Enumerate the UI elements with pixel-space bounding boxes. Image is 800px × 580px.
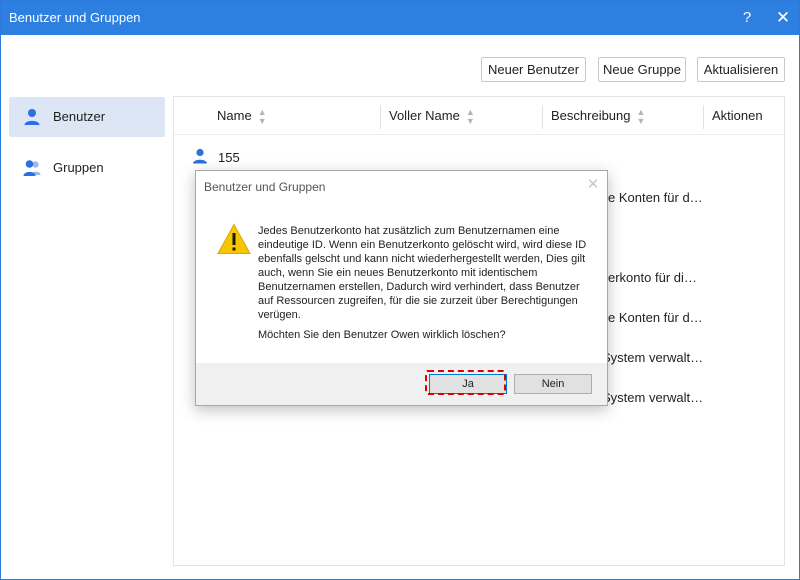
column-divider[interactable] bbox=[542, 105, 543, 129]
column-header-description[interactable]: Beschreibung ▲ ▼ bbox=[551, 97, 645, 135]
title-bar: Benutzer und Gruppen ? ✕ bbox=[1, 1, 799, 35]
dialog-question: Möchten Sie den Benutzer Owen wirklich l… bbox=[258, 329, 506, 341]
column-header-actions: Aktionen bbox=[712, 97, 763, 135]
sidebar-item-groups[interactable]: Gruppen bbox=[9, 148, 165, 188]
user-description: System verwalt… bbox=[602, 390, 704, 405]
column-header-name[interactable]: Name ▲ ▼ bbox=[217, 97, 267, 135]
refresh-button[interactable]: Aktualisieren bbox=[697, 57, 785, 82]
sidebar-item-label: Benutzer bbox=[53, 109, 106, 124]
user-description: erkonto für di… bbox=[608, 270, 697, 285]
highlight-box bbox=[425, 370, 506, 395]
sidebar-item-label: Gruppen bbox=[53, 160, 104, 175]
dialog-footer: Ja Nein bbox=[196, 363, 607, 405]
no-button[interactable]: Nein bbox=[514, 374, 592, 394]
sort-icon: ▲ ▼ bbox=[257, 106, 267, 126]
column-label: Name bbox=[217, 108, 252, 123]
help-icon[interactable]: ? bbox=[737, 8, 757, 28]
group-icon bbox=[23, 160, 41, 176]
column-label: Aktionen bbox=[712, 108, 763, 123]
user-description: e Konten für d… bbox=[608, 310, 703, 325]
confirm-delete-dialog: Benutzer und Gruppen ✕ Jedes Benutzerkon… bbox=[195, 170, 608, 406]
user-name[interactable]: 155 bbox=[218, 150, 240, 165]
column-label: Voller Name bbox=[389, 108, 460, 123]
app-window: Benutzer und Gruppen ? ✕ Neuer Benutzer … bbox=[0, 0, 800, 580]
new-group-button[interactable]: Neue Gruppe bbox=[598, 57, 686, 82]
column-divider[interactable] bbox=[380, 105, 381, 129]
column-label: Beschreibung bbox=[551, 108, 631, 123]
warning-icon bbox=[217, 223, 251, 254]
close-icon[interactable]: ✕ bbox=[773, 8, 793, 28]
dialog-title: Benutzer und Gruppen bbox=[204, 180, 326, 194]
sort-icon: ▲ ▼ bbox=[636, 106, 646, 126]
sort-icon: ▲ ▼ bbox=[465, 106, 475, 126]
table-header: Name ▲ ▼ Voller Name ▲ ▼ Beschreibung ▲ ▼ Akti… bbox=[174, 97, 784, 135]
dialog-message: Jedes Benutzerkonto hat zusätzlich zum B… bbox=[258, 225, 587, 321]
column-divider[interactable] bbox=[703, 105, 704, 129]
new-user-button[interactable]: Neuer Benutzer bbox=[481, 57, 586, 82]
column-header-full-name[interactable]: Voller Name ▲ ▼ bbox=[389, 97, 475, 135]
user-icon bbox=[24, 109, 40, 125]
user-icon bbox=[193, 148, 207, 164]
sidebar-item-users[interactable]: Benutzer bbox=[9, 97, 165, 137]
user-description: e Konten für d… bbox=[608, 190, 703, 205]
window-title: Benutzer und Gruppen bbox=[9, 10, 141, 25]
dialog-close-icon[interactable]: ✕ bbox=[585, 177, 601, 193]
user-description: System verwalt… bbox=[602, 350, 704, 365]
